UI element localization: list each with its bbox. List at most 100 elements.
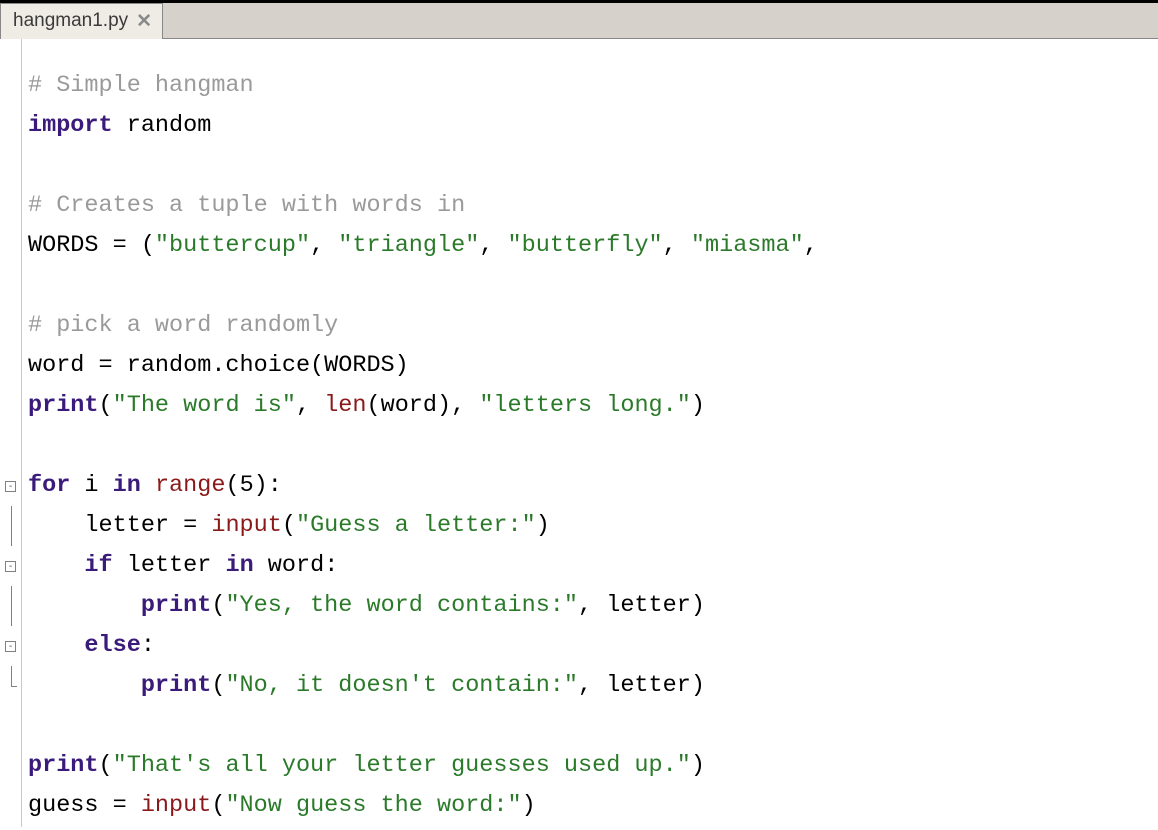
- gutter-blank: [0, 106, 21, 146]
- code-token: print: [28, 752, 99, 779]
- code-line[interactable]: print("Yes, the word contains:", letter): [28, 586, 1158, 626]
- gutter-blank: [0, 226, 21, 266]
- code-token: ): [536, 512, 550, 539]
- code-line[interactable]: print("The word is", len(word), "letters…: [28, 386, 1158, 426]
- code-token: (: [99, 752, 113, 779]
- code-token: ,: [310, 232, 338, 259]
- code-token: ,: [663, 232, 691, 259]
- code-token: (: [211, 672, 225, 699]
- fold-toggle[interactable]: -: [0, 546, 21, 586]
- gutter-blank: [0, 706, 21, 746]
- code-token: i: [70, 472, 112, 499]
- code-token: "butterfly": [508, 232, 663, 259]
- code-token: for: [28, 472, 70, 499]
- code-token: (word),: [367, 392, 480, 419]
- code-line[interactable]: [28, 266, 1158, 306]
- code-token: (: [211, 792, 225, 819]
- code-line[interactable]: print("No, it doesn't contain:", letter): [28, 666, 1158, 706]
- code-line[interactable]: for i in range(5):: [28, 466, 1158, 506]
- code-token: import: [28, 112, 113, 139]
- editor-container: - - - # Simple hangman import random # Crea…: [0, 39, 1158, 827]
- code-token: input: [141, 792, 212, 819]
- code-token: ,: [296, 392, 324, 419]
- code-token: in: [113, 472, 141, 499]
- code-token: :: [141, 632, 155, 659]
- code-token: guess =: [28, 792, 141, 819]
- code-token: [141, 472, 155, 499]
- fold-gutter[interactable]: - - -: [0, 39, 22, 827]
- fold-guide-end: [0, 666, 21, 706]
- code-token: random: [113, 112, 212, 139]
- code-token: print: [28, 392, 99, 419]
- gutter-blank: [0, 66, 21, 106]
- code-token: "miasma": [691, 232, 804, 259]
- close-icon[interactable]: ✕: [136, 10, 152, 33]
- code-line[interactable]: letter = input("Guess a letter:"): [28, 506, 1158, 546]
- code-token: ): [522, 792, 536, 819]
- fold-toggle[interactable]: -: [0, 466, 21, 506]
- code-token: "The word is": [113, 392, 296, 419]
- code-line[interactable]: if letter in word:: [28, 546, 1158, 586]
- code-token: "That's all your letter guesses used up.…: [113, 752, 691, 779]
- code-token: len: [324, 392, 366, 419]
- code-token: (: [99, 392, 113, 419]
- fold-toggle[interactable]: -: [0, 626, 21, 666]
- code-line[interactable]: [28, 146, 1158, 186]
- code-line[interactable]: word = random.choice(WORDS): [28, 346, 1158, 386]
- code-token: "triangle": [338, 232, 479, 259]
- code-line[interactable]: [28, 426, 1158, 466]
- code-line[interactable]: # Simple hangman: [28, 66, 1158, 106]
- code-token: "buttercup": [155, 232, 310, 259]
- code-token: word = random.choice(WORDS): [28, 352, 409, 379]
- gutter-blank: [0, 426, 21, 466]
- code-token: # Simple hangman: [28, 72, 254, 99]
- code-token: [28, 672, 141, 699]
- code-token: ): [691, 392, 705, 419]
- code-line[interactable]: import random: [28, 106, 1158, 146]
- code-token: else: [84, 632, 140, 659]
- code-token: print: [141, 672, 212, 699]
- fold-guide: [0, 506, 21, 546]
- gutter-blank: [0, 746, 21, 786]
- tab-filename: hangman1.py: [13, 10, 128, 32]
- code-line[interactable]: [28, 706, 1158, 746]
- gutter-blank: [0, 346, 21, 386]
- code-token: ,: [804, 232, 818, 259]
- gutter-blank: [0, 266, 21, 306]
- gutter-blank: [0, 146, 21, 186]
- code-token: letter =: [28, 512, 211, 539]
- code-token: in: [225, 552, 253, 579]
- code-token: print: [141, 592, 212, 619]
- code-token: [28, 552, 84, 579]
- fold-guide: [0, 586, 21, 626]
- code-token: ): [691, 752, 705, 779]
- code-token: "Guess a letter:": [296, 512, 536, 539]
- code-token: "letters long.": [479, 392, 691, 419]
- code-token: "No, it doesn't contain:": [225, 672, 578, 699]
- code-line[interactable]: WORDS = ("buttercup", "triangle", "butte…: [28, 226, 1158, 266]
- code-line[interactable]: print("That's all your letter guesses us…: [28, 746, 1158, 786]
- code-token: (: [282, 512, 296, 539]
- code-line[interactable]: # pick a word randomly: [28, 306, 1158, 346]
- code-token: if: [84, 552, 112, 579]
- code-token: , letter): [578, 672, 705, 699]
- code-token: "Yes, the word contains:": [225, 592, 578, 619]
- gutter-blank: [0, 306, 21, 346]
- code-token: word:: [254, 552, 339, 579]
- code-area[interactable]: # Simple hangman import random # Creates …: [22, 39, 1158, 827]
- code-line[interactable]: # Creates a tuple with words in: [28, 186, 1158, 226]
- code-token: ,: [479, 232, 507, 259]
- code-token: letter: [113, 552, 226, 579]
- code-line[interactable]: guess = input("Now guess the word:"): [28, 786, 1158, 826]
- code-token: WORDS = (: [28, 232, 155, 259]
- gutter-blank: [0, 386, 21, 426]
- code-token: [28, 592, 141, 619]
- gutter-blank: [0, 186, 21, 226]
- code-token: range: [155, 472, 226, 499]
- code-line[interactable]: else:: [28, 626, 1158, 666]
- code-token: input: [211, 512, 282, 539]
- code-token: , letter): [578, 592, 705, 619]
- gutter-blank: [0, 786, 21, 826]
- file-tab[interactable]: hangman1.py ✕: [0, 3, 163, 39]
- code-token: # pick a word randomly: [28, 312, 338, 339]
